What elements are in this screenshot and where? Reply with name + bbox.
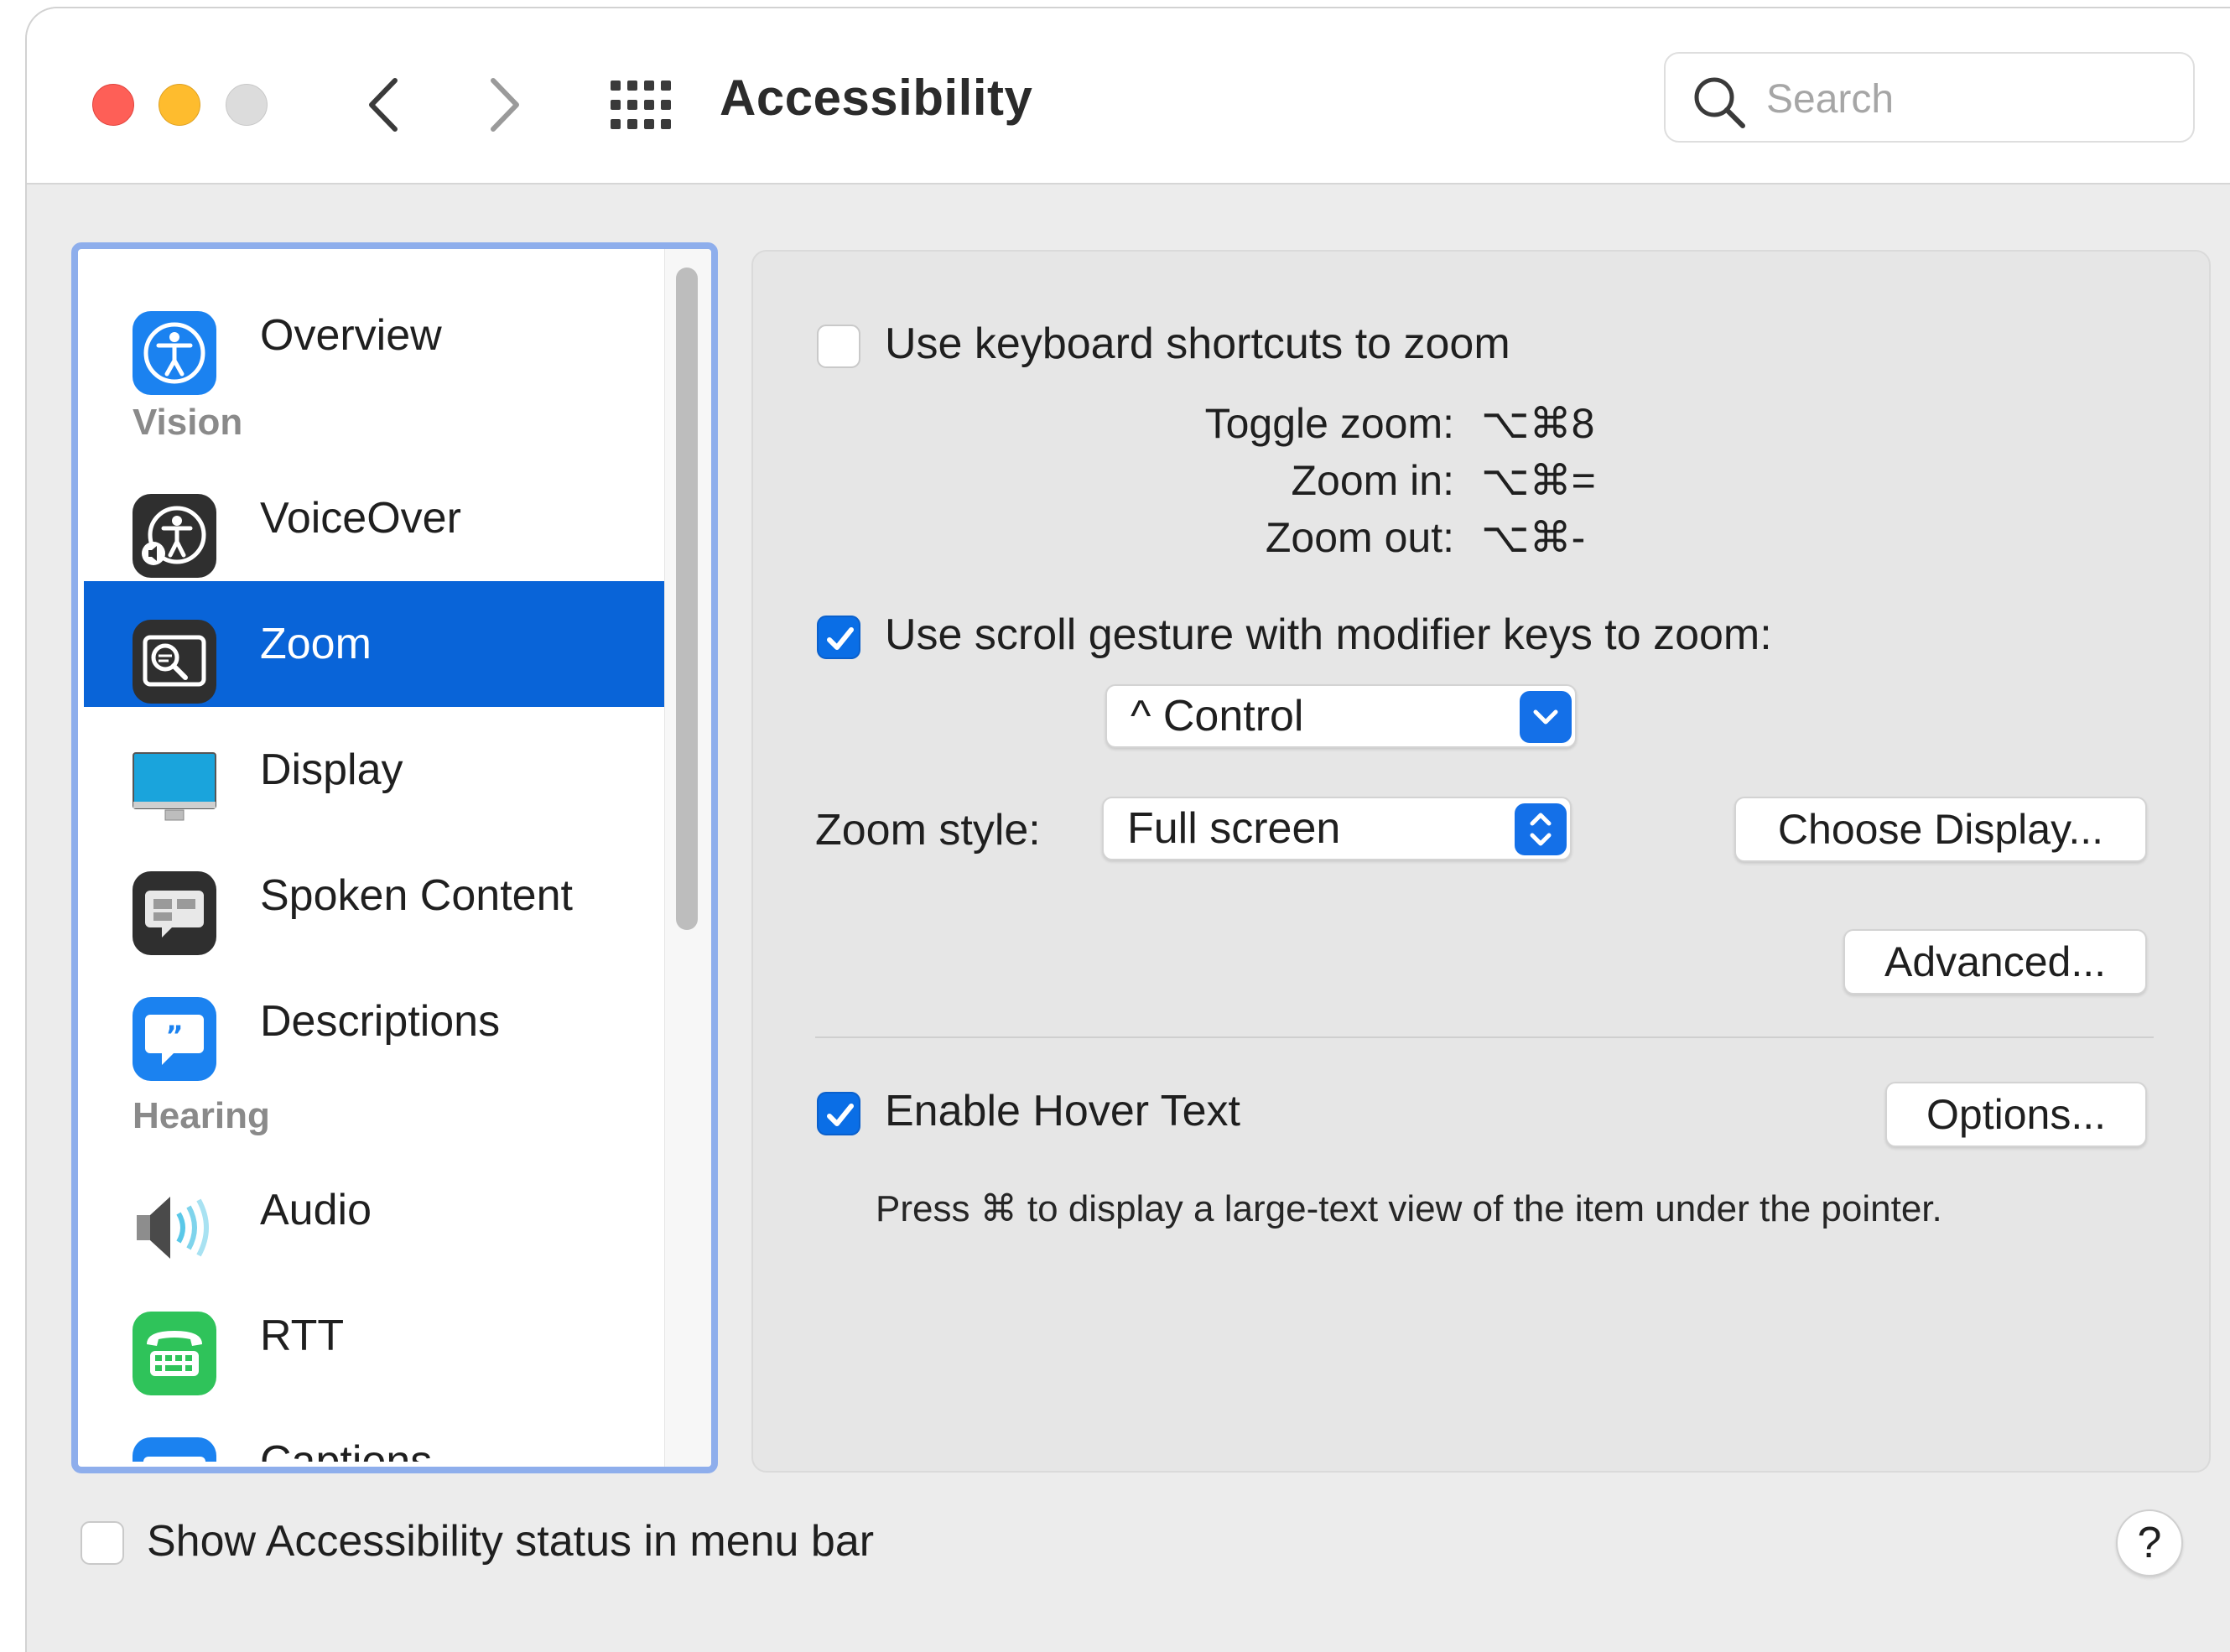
sidebar-section-hearing: Hearing	[133, 1095, 270, 1136]
modifier-key-popup[interactable]: ^ Control	[1105, 684, 1577, 748]
minimize-button[interactable]	[159, 84, 200, 126]
chevron-right-icon	[491, 78, 519, 132]
shortcut-label: Zoom out:	[1265, 514, 1454, 561]
menu-bar-status-checkbox[interactable]	[81, 1521, 124, 1565]
sidebar-section-vision: Vision	[133, 402, 243, 443]
sidebar-item-label: Spoken Content	[260, 871, 573, 920]
sidebar-item-label: Overview	[260, 311, 442, 360]
zoom-style-popup[interactable]: Full screen	[1102, 797, 1572, 860]
popup-arrow	[1520, 691, 1572, 743]
sidebar-item-rtt[interactable]: RTT	[84, 1273, 669, 1399]
scroll-gesture-label: Use scroll gesture with modifier keys to…	[885, 610, 1772, 659]
zoom-style-value: Full screen	[1127, 804, 1341, 853]
scroll-gesture-checkbox[interactable]	[817, 616, 860, 659]
search-icon	[1694, 77, 1745, 128]
grid-icon	[611, 81, 671, 129]
zoom-style-label: Zoom style:	[815, 806, 1041, 855]
sidebar-item-label: VoiceOver	[260, 494, 461, 543]
modifier-key-value: ^ Control	[1131, 692, 1304, 740]
choose-display-button[interactable]: Choose Display...	[1734, 797, 2147, 862]
checkmark-icon	[827, 1104, 854, 1126]
sidebar-item-display[interactable]: Display	[84, 707, 669, 833]
search-input[interactable]	[1765, 70, 2170, 127]
chevron-down-icon	[1533, 709, 1558, 725]
sidebar-item-label: Descriptions	[260, 997, 501, 1046]
advanced-button[interactable]: Advanced...	[1843, 929, 2147, 995]
speaker-icon	[137, 1197, 209, 1259]
sidebar-item-spoken-content[interactable]: Spoken Content	[84, 833, 669, 958]
rtt-icon	[133, 1312, 216, 1395]
accessibility-icon	[133, 311, 216, 395]
shortcut-label: Zoom in:	[1291, 457, 1454, 504]
shortcut-keys: ⌥⌘-	[1481, 514, 1586, 561]
close-button[interactable]	[92, 84, 134, 126]
zoom-window-button[interactable]	[226, 84, 268, 126]
search-field[interactable]	[1664, 52, 2195, 143]
checkmark-icon	[827, 627, 854, 650]
sidebar-list: Overview Vision VoiceOver Zoom Display S…	[84, 254, 669, 1462]
help-label: ?	[2137, 1519, 2162, 1567]
sidebar-item-label: Captions	[260, 1437, 433, 1462]
sidebar-item-zoom[interactable]: Zoom	[84, 581, 669, 707]
help-button[interactable]: ?	[2116, 1509, 2183, 1577]
sidebar-item-voiceover[interactable]: VoiceOver	[84, 455, 669, 581]
hover-text-checkbox[interactable]	[817, 1092, 860, 1135]
display-icon	[133, 752, 216, 821]
sidebar-item-label: Display	[260, 745, 403, 794]
show-all-button[interactable]	[606, 75, 673, 134]
keyboard-shortcuts-checkbox[interactable]	[817, 325, 860, 368]
menu-bar-status-label: Show Accessibility status in menu bar	[147, 1517, 875, 1566]
options-button[interactable]: Options...	[1885, 1082, 2147, 1147]
preferences-window: Accessibility Overview Vision	[25, 7, 2230, 1652]
hover-text-hint: Press ⌘ to display a large-text view of …	[876, 1188, 1942, 1229]
toolbar: Accessibility	[27, 8, 2230, 184]
svg-text:”: ”	[165, 1020, 183, 1052]
descriptions-icon: ”	[133, 997, 216, 1081]
sidebar-item-descriptions[interactable]: ” Descriptions	[84, 958, 669, 1084]
zoom-icon	[133, 620, 216, 704]
sidebar-scrollbar[interactable]	[664, 249, 711, 1467]
sidebar-item-overview[interactable]: Overview	[84, 273, 669, 398]
back-button[interactable]	[354, 67, 413, 143]
sidebar-item-audio[interactable]: Audio	[84, 1147, 669, 1273]
section-divider	[815, 1036, 2154, 1038]
chevron-left-icon	[369, 78, 398, 132]
forward-button[interactable]	[476, 67, 534, 143]
sidebar-item-label: Audio	[260, 1186, 372, 1234]
hover-text-label: Enable Hover Text	[885, 1087, 1240, 1135]
voiceover-icon	[133, 494, 216, 578]
shortcut-label: Toggle zoom:	[1204, 400, 1454, 447]
sidebar-scroll-thumb[interactable]	[676, 268, 698, 930]
sidebar-item-label: RTT	[260, 1312, 345, 1360]
sidebar[interactable]: Overview Vision VoiceOver Zoom Display S…	[71, 242, 718, 1473]
captions-icon	[133, 1437, 216, 1462]
zoom-settings-panel: Use keyboard shortcuts to zoom Toggle zo…	[751, 250, 2211, 1473]
updown-chevron-icon	[1530, 813, 1552, 846]
keyboard-shortcuts-label: Use keyboard shortcuts to zoom	[885, 319, 1510, 368]
shortcut-keys: ⌥⌘8	[1481, 400, 1595, 447]
shortcut-keys: ⌥⌘=	[1481, 457, 1596, 504]
popup-arrow	[1515, 803, 1567, 855]
spoken-content-icon	[133, 871, 216, 955]
sidebar-item-label: Zoom	[260, 620, 372, 668]
window-title: Accessibility	[720, 70, 1033, 126]
sidebar-item-captions[interactable]: Captions	[84, 1399, 669, 1462]
